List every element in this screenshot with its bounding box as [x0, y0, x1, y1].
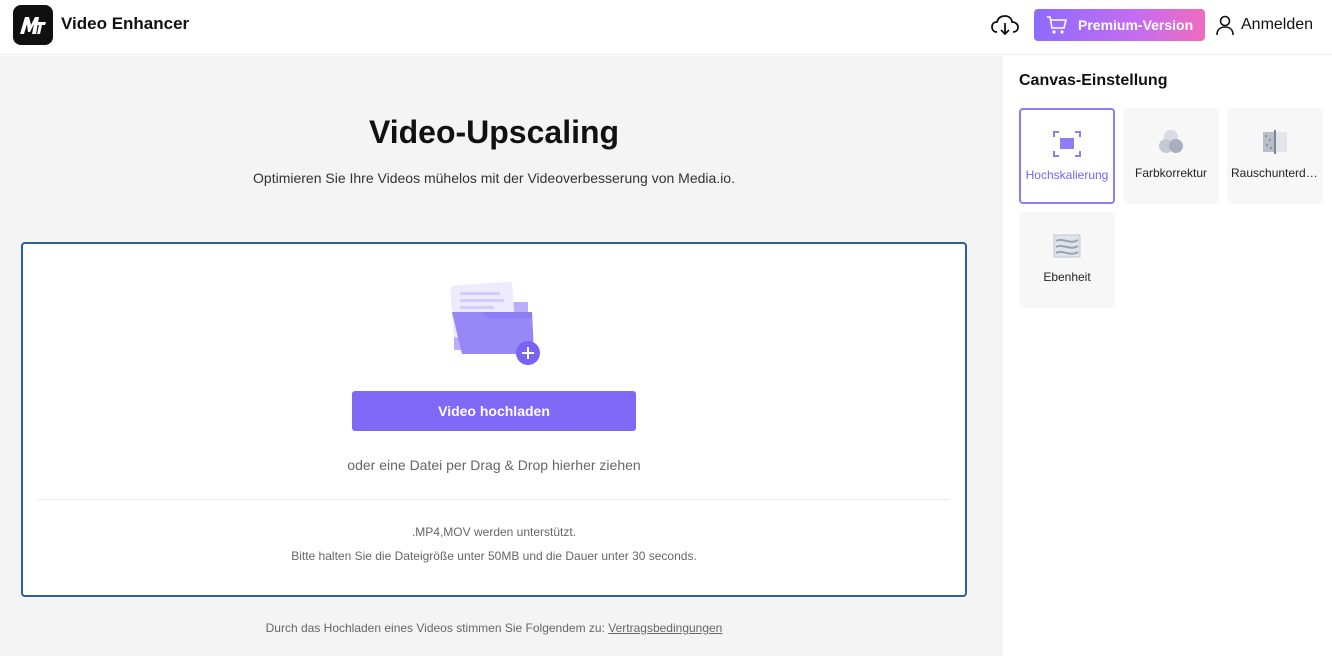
premium-label: Premium-Version	[1078, 17, 1194, 33]
cart-icon	[1047, 16, 1068, 34]
canvas-settings-panel: Canvas-Einstellung Hochskalierung Farbko…	[1003, 56, 1332, 656]
smoothness-icon	[1053, 234, 1081, 258]
drag-drop-hint: oder eine Datei per Drag & Drop hierher …	[347, 457, 641, 473]
login-label: Anmelden	[1241, 16, 1314, 33]
top-bar: Video Enhancer Premium-Version Anmelden	[0, 0, 1332, 55]
upload-dropzone[interactable]: Video hochladen oder eine Datei per Drag…	[21, 242, 967, 597]
supported-formats-text: .MP4,MOV werden unterstützt.	[411, 525, 577, 539]
upscale-icon	[1053, 131, 1081, 157]
option-noise-reduction[interactable]: Rauschunterdrückung	[1227, 108, 1323, 204]
logo-mark-icon	[20, 17, 46, 34]
option-label: Ebenheit	[1043, 270, 1091, 284]
panel-title: Canvas-Einstellung	[1019, 72, 1168, 89]
option-label: Hochskalierung	[1025, 168, 1109, 182]
option-label: Rauschunterdrückung	[1231, 166, 1319, 180]
app-title: Video Enhancer	[61, 14, 190, 33]
login-button[interactable]: Anmelden	[1214, 12, 1313, 38]
color-correction-icon	[1159, 130, 1183, 153]
folder-upload-icon	[450, 282, 540, 365]
terms-text: Durch das Hochladen eines Videos stimmen…	[265, 621, 605, 635]
user-icon	[1216, 15, 1234, 36]
terms-link[interactable]: Vertragsbedingungen	[608, 621, 722, 635]
page-title: Video-Upscaling	[368, 114, 620, 150]
option-color-correction[interactable]: Farbkorrektur	[1123, 108, 1219, 204]
upload-video-button[interactable]: Video hochladen	[352, 391, 636, 431]
page-subtitle: Optimieren Sie Ihre Videos mühelos mit d…	[253, 170, 735, 186]
media-io-logo[interactable]	[13, 5, 53, 45]
option-upscaling[interactable]: Hochskalierung	[1019, 108, 1115, 204]
noise-reduction-icon	[1263, 130, 1287, 154]
option-smoothness[interactable]: Ebenheit	[1019, 212, 1115, 308]
premium-version-button[interactable]: Premium-Version	[1034, 9, 1205, 41]
dropzone-divider	[38, 499, 950, 500]
cloud-download-icon[interactable]	[990, 13, 1020, 37]
terms-notice: Durch das Hochladen eines Videos stimmen…	[0, 621, 988, 635]
main-area: Video-Upscaling Optimieren Sie Ihre Vide…	[0, 56, 1003, 656]
option-label: Farbkorrektur	[1134, 166, 1208, 180]
file-limits-text: Bitte halten Sie die Dateigröße unter 50…	[291, 549, 697, 563]
